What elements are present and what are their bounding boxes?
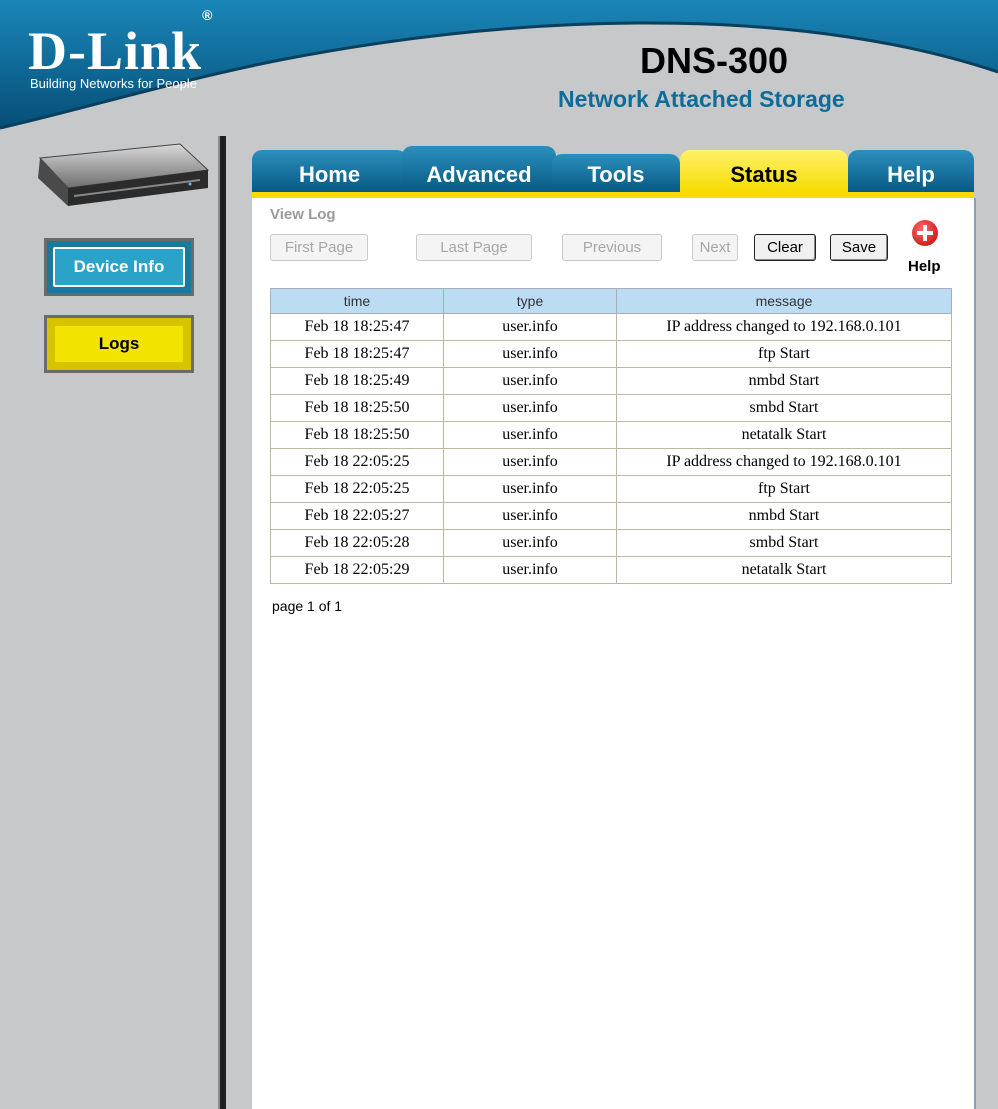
table-header-row: time type message <box>270 288 952 314</box>
tab-label: Home <box>298 162 361 187</box>
brand-tagline: Building Networks for People <box>30 76 197 91</box>
log-table: time type message Feb 18 18:25:47 user.in… <box>270 288 952 584</box>
log-type-cell: user.info <box>443 394 617 422</box>
tab-label: Help <box>887 162 935 187</box>
log-message-cell: netatalk Start <box>616 421 952 449</box>
log-message-cell: ftp Start <box>616 340 952 368</box>
table-row: Feb 18 18:25:47 user.info ftp Start <box>270 340 952 368</box>
save-log-button[interactable]: Save <box>830 234 888 261</box>
log-message-cell: netatalk Start <box>616 556 952 584</box>
sidebar-divider <box>218 136 226 1109</box>
log-type-cell: user.info <box>443 502 617 530</box>
help-link[interactable]: Help <box>908 258 941 275</box>
help-plus-icon[interactable] <box>912 220 938 246</box>
log-time-cell: Feb 18 22:05:29 <box>270 556 444 584</box>
log-time-cell: Feb 18 18:25:50 <box>270 421 444 449</box>
tab-tools[interactable]: Tools <box>552 154 680 192</box>
table-row: Feb 18 22:05:29 user.info netatalk Start <box>270 556 952 584</box>
log-message-cell: smbd Start <box>616 529 952 557</box>
log-type-cell: user.info <box>443 421 617 449</box>
table-row: Feb 18 18:25:47 user.info IP address chang… <box>270 313 952 341</box>
log-time-cell: Feb 18 18:25:47 <box>270 313 444 341</box>
log-message-cell: nmbd Start <box>616 502 952 530</box>
page-indicator: page 1 of 1 <box>272 598 343 614</box>
tab-status[interactable]: Status <box>680 150 848 192</box>
log-time-cell: Feb 18 18:25:49 <box>270 367 444 395</box>
first-page-button[interactable]: First Page <box>270 234 368 261</box>
log-type-cell: user.info <box>443 367 617 395</box>
table-row: Feb 18 18:25:49 user.info nmbd Start <box>270 367 952 395</box>
table-row: Feb 18 18:25:50 user.info netatalk Start <box>270 421 952 449</box>
tab-home[interactable]: Home <box>252 150 407 192</box>
log-type-cell: user.info <box>443 313 617 341</box>
log-type-cell: user.info <box>443 529 617 557</box>
table-row: Feb 18 22:05:25 user.info ftp Start <box>270 475 952 503</box>
header-banner: D-Link® Building Networks for People DNS… <box>0 0 998 150</box>
log-time-cell: Feb 18 22:05:28 <box>270 529 444 557</box>
table-row: Feb 18 22:05:27 user.info nmbd Start <box>270 502 952 530</box>
last-page-button[interactable]: Last Page <box>416 234 532 261</box>
log-time-cell: Feb 18 18:25:50 <box>270 394 444 422</box>
log-message-cell: IP address changed to 192.168.0.101 <box>616 448 952 476</box>
nas-device-image <box>38 143 210 206</box>
clear-log-button[interactable]: Clear <box>754 234 816 261</box>
log-type-cell: user.info <box>443 448 617 476</box>
section-title: View Log <box>270 206 336 223</box>
table-row: Feb 18 22:05:25 user.info IP address chang… <box>270 448 952 476</box>
column-header-type: type <box>443 288 617 314</box>
log-type-cell: user.info <box>443 340 617 368</box>
product-model: DNS-300 <box>640 40 789 81</box>
table-row: Feb 18 22:05:28 user.info smbd Start <box>270 529 952 557</box>
log-type-cell: user.info <box>443 475 617 503</box>
log-message-cell: nmbd Start <box>616 367 952 395</box>
next-page-button[interactable]: Next <box>692 234 738 261</box>
log-time-cell: Feb 18 22:05:25 <box>270 448 444 476</box>
sidebar-item-device-info[interactable]: Device Info <box>44 238 194 296</box>
log-message-cell: smbd Start <box>616 394 952 422</box>
tab-advanced[interactable]: Advanced <box>402 146 556 192</box>
tab-label: Tools <box>587 162 645 187</box>
main-tabs: Home Advanced Tools Status Help <box>252 146 974 198</box>
content-panel: View Log First Page Last Page Previous N… <box>252 198 976 1109</box>
log-message-cell: ftp Start <box>616 475 952 503</box>
sidebar-item-logs[interactable]: Logs <box>44 315 194 373</box>
product-subtitle: Network Attached Storage <box>558 86 845 112</box>
previous-page-button[interactable]: Previous <box>562 234 662 261</box>
tab-help[interactable]: Help <box>848 150 974 192</box>
log-time-cell: Feb 18 22:05:27 <box>270 502 444 530</box>
log-time-cell: Feb 18 22:05:25 <box>270 475 444 503</box>
table-row: Feb 18 18:25:50 user.info smbd Start <box>270 394 952 422</box>
sidebar-item-label: Logs <box>98 334 140 353</box>
column-header-message: message <box>616 288 952 314</box>
column-header-time: time <box>270 288 444 314</box>
log-time-cell: Feb 18 18:25:47 <box>270 340 444 368</box>
page: D-Link® Building Networks for People DNS… <box>0 0 998 1109</box>
sidebar-item-label: Device Info <box>73 257 165 276</box>
tab-label: Advanced <box>426 162 532 187</box>
dlink-logo: D-Link® <box>28 7 214 81</box>
log-message-cell: IP address changed to 192.168.0.101 <box>616 313 952 341</box>
tab-label: Status <box>730 162 798 187</box>
log-type-cell: user.info <box>443 556 617 584</box>
